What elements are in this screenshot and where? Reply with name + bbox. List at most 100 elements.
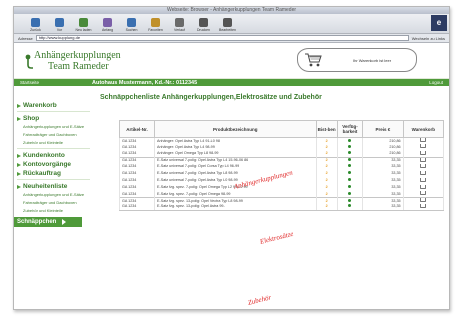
logo-text-line1[interactable]: Anhängerkupplungen (34, 50, 121, 61)
sidebar-item-schnaeppchen[interactable]: Schnäppchen (14, 217, 82, 227)
sidebar-item-neuheiten[interactable]: Neuheitenliste (14, 183, 94, 190)
availability-indicator (336, 162, 364, 170)
nav-home-link[interactable]: Startseite (20, 80, 92, 85)
article-number: GA 1234 (118, 162, 156, 170)
available-dot-icon (348, 144, 352, 148)
available-dot-icon (348, 191, 352, 195)
sidebar-item-rueckauftrag[interactable]: Rückauftrag (14, 170, 94, 177)
toolbar-button-5[interactable]: Favoriten (146, 18, 165, 32)
cart-widget[interactable]: Ihr Warenkorb ist leer (297, 48, 417, 72)
cart-icon (420, 177, 427, 182)
column-header-price: Preis € (362, 120, 404, 138)
sidebar-item-label: Kundenkonto (23, 152, 65, 159)
cart-icon (420, 170, 427, 175)
add-to-cart-button[interactable] (402, 162, 445, 170)
sidebar-subitem-shop-kupplungen[interactable]: Anhängerkupplungen und E-Sätze (14, 124, 94, 129)
logo-text-line2[interactable]: Team Rameder (48, 61, 109, 72)
toolbar-button-7[interactable]: Drucken (194, 18, 213, 32)
cart-icon (420, 198, 427, 202)
availability-indicator (336, 203, 364, 211)
add-to-cart-button[interactable] (402, 203, 445, 211)
available-dot-icon (348, 164, 352, 167)
cart-icon (420, 144, 427, 148)
table-row[interactable]: GA 1234 Anhänger: Opel Omega Typ L8 98-99… (118, 150, 445, 157)
arrow-right-icon (17, 162, 21, 167)
table-row[interactable]: GA 1234 E-Satz fzg. spez. 13-polig: Opel … (118, 203, 445, 211)
sidebar-subitem-neu-zubehoer[interactable]: Zubehör und Kleinteile (14, 208, 94, 213)
toolbar-button-8[interactable]: Bearbeiten (218, 18, 237, 32)
toolbar-button-1[interactable]: Vor (50, 18, 69, 32)
window-title: Webseite: Browser - Anhängerkupplungen T… (14, 7, 449, 14)
toolbar-button-4[interactable]: Suchen (122, 18, 141, 32)
sidebar-item-kontovorgaenge[interactable]: Kontovorgänge (14, 161, 94, 168)
cart-status-text: Ihr Warenkorb ist leer (353, 58, 392, 63)
toolbar-button-2[interactable]: Neu laden (74, 18, 93, 32)
add-to-cart-button[interactable] (402, 143, 445, 150)
toolbar-button-label: Anfang (101, 28, 114, 32)
column-header-cart: Warenkorb (402, 120, 445, 138)
availability-indicator (336, 150, 364, 157)
cart-icon (420, 138, 427, 142)
sidebar-item-shop[interactable]: Shop (14, 115, 94, 122)
price: 33,35 (362, 183, 404, 191)
toolbar-button-0[interactable]: Zurück (26, 18, 45, 32)
add-to-cart-button[interactable] (402, 176, 445, 184)
table-row[interactable]: GA 1234 E-Satz fzg. spez. 7-polig: Opel O… (118, 190, 445, 198)
top-navigation-bar: Startseite Autohaus Mustermann, Kd.-Nr.:… (14, 79, 449, 86)
sidebar-subitem-neu-kupplungen[interactable]: Anhängerkupplungen und E-Sätze (14, 192, 94, 197)
toolbar-button-label: Bearbeiten (219, 28, 236, 32)
stock-count: 2 (315, 176, 338, 184)
tow-hitch-logo-icon (25, 54, 33, 69)
price: 33,35 (362, 203, 404, 211)
product-name[interactable]: Anhänger: Opel Omega Typ L8 98-99 (154, 150, 317, 157)
toolbar-button-3[interactable]: Anfang (98, 18, 117, 32)
toolbar-button-label: Suchen (125, 28, 138, 32)
cart-icon (420, 157, 427, 162)
column-header-article: Artikel-Nr. (118, 120, 156, 138)
divider (17, 179, 90, 180)
sidebar-item-kundenkonto[interactable]: Kundenkonto (14, 152, 94, 159)
article-number: GA 1234 (118, 169, 156, 177)
product-name[interactable]: E-Satz fzg. spez. 13-polig: Opel Astra 9… (154, 203, 317, 211)
table-row[interactable]: GA 1234 Anhänger: Opel Astra Typ L4 98-99… (118, 143, 445, 150)
browser-toolbar: Zurück Vor Neu laden Anfang Suchen Favoriten V… (14, 14, 449, 34)
sidebar-item-label: Schnäppchen (17, 219, 57, 225)
availability-indicator (336, 169, 364, 177)
price: 210,86 (362, 143, 404, 150)
print-icon (199, 18, 208, 27)
sidebar-item-label: Rückauftrag (23, 170, 61, 177)
search-icon (127, 18, 136, 27)
price: 33,35 (362, 176, 404, 184)
site-header: Anhängerkupplungen Team Rameder Ihr Ware… (14, 45, 449, 79)
table-row[interactable]: GA 1234 E-Satz universal 7-polig: Opel Co… (118, 162, 445, 170)
toolbar-button-6[interactable]: Verlauf (170, 18, 189, 32)
availability-indicator (336, 176, 364, 184)
logout-link[interactable]: Logout (429, 80, 443, 85)
product-name[interactable]: E-Satz fzg. spez. 7-polig: Opel Omega 98… (154, 190, 317, 198)
home-icon (103, 18, 112, 27)
sidebar-subitem-neu-fahrrad[interactable]: Fahrradträger und Dachboxen (14, 200, 94, 205)
sidebar-subitem-shop-zubehoer[interactable]: Zubehör und Kleinteile (14, 140, 94, 145)
sidebar-item-label: Neuheitenliste (23, 183, 68, 190)
availability-indicator (336, 183, 364, 191)
price: 33,35 (362, 190, 404, 198)
add-to-cart-button[interactable] (402, 150, 445, 157)
customer-welcome: Autohaus Mustermann, Kd.-Nr.: 0112345 (92, 79, 198, 86)
url-input[interactable]: http://www.kupplung.de (35, 35, 409, 41)
main-content: Schnäppchenliste Anhängerkupplungen,Elek… (94, 87, 449, 309)
product-name[interactable]: Anhänger: Opel Astra Typ L4 98-99 (154, 143, 317, 150)
toolbar-button-label: Favoriten (148, 28, 163, 32)
toolbar-button-label: Drucken (196, 28, 211, 32)
table-row[interactable]: GA 1234 E-Satz fzg. spez. 7-polig: Opel O… (118, 183, 445, 191)
product-name[interactable]: E-Satz universal 7-polig: Opel Corsa Typ… (154, 162, 317, 170)
favorites-icon (151, 18, 160, 27)
add-to-cart-button[interactable] (402, 169, 445, 177)
go-button[interactable]: Wechseln zu Links (412, 36, 445, 41)
sidebar-subitem-shop-fahrrad[interactable]: Fahrradträger und Dachboxen (14, 132, 94, 137)
reload-icon (79, 18, 88, 27)
article-number: GA 1234 (118, 150, 156, 157)
add-to-cart-button[interactable] (402, 183, 445, 191)
sidebar-item-warenkorb[interactable]: Warenkorb (14, 102, 94, 109)
toolbar-button-label: Zurück (30, 28, 41, 32)
add-to-cart-button[interactable] (402, 190, 445, 198)
